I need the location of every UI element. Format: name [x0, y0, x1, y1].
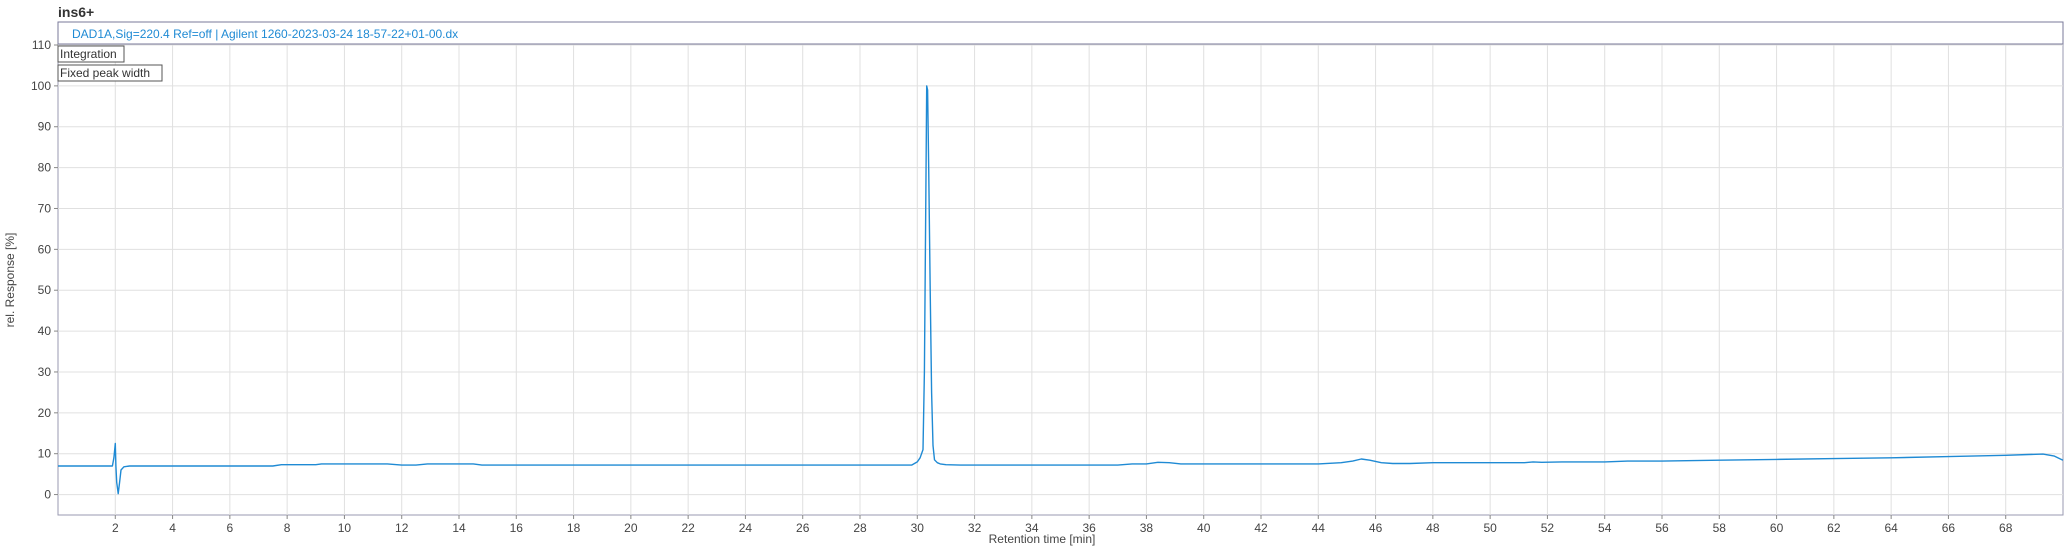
y-tick-label: 20	[38, 406, 52, 420]
y-tick-label: 0	[44, 488, 51, 502]
y-axis-label: rel. Response [%]	[3, 233, 17, 328]
x-tick-label: 46	[1369, 521, 1383, 535]
x-axis-label: Retention time [min]	[989, 532, 1096, 546]
x-tick-label: 14	[452, 521, 466, 535]
x-tick-label: 12	[395, 521, 409, 535]
x-tick-label: 20	[624, 521, 638, 535]
x-tick-label: 32	[968, 521, 982, 535]
x-tick-label: 18	[567, 521, 581, 535]
x-tick-label: 24	[739, 521, 753, 535]
fixed-peak-width-button-label: Fixed peak width	[60, 66, 150, 80]
legend-series-label: DAD1A,Sig=220.4 Ref=off | Agilent 1260-2…	[72, 27, 458, 41]
y-tick-label: 60	[38, 242, 52, 256]
x-tick-label: 8	[284, 521, 291, 535]
x-tick-label: 64	[1884, 521, 1898, 535]
integration-button-label: Integration	[60, 47, 117, 61]
chromatogram-chart: ins6+ DAD1A,Sig=220.4 Ref=off | Agilent …	[3, 4, 2064, 546]
y-tick-label: 50	[38, 283, 52, 297]
x-tick-label: 10	[338, 521, 352, 535]
x-tick-label: 48	[1426, 521, 1440, 535]
x-tick-label: 26	[796, 521, 810, 535]
x-tick-label: 30	[911, 521, 925, 535]
x-tick-label: 44	[1312, 521, 1326, 535]
y-tick-label: 10	[38, 447, 52, 461]
x-tick-label: 16	[510, 521, 524, 535]
y-tick-label: 30	[38, 365, 52, 379]
fixed-peak-width-button[interactable]: Fixed peak width	[57, 64, 163, 82]
x-tick-label: 40	[1197, 521, 1211, 535]
x-tick-label: 58	[1713, 521, 1727, 535]
y-tick-label: 110	[32, 38, 51, 52]
y-axis-ticks: 0 10 20 30 40 50 60 70 80 90 100 110	[31, 38, 58, 502]
x-tick-label: 52	[1541, 521, 1555, 535]
x-tick-label: 38	[1140, 521, 1154, 535]
x-tick-label: 68	[1999, 521, 2013, 535]
y-tick-label: 80	[38, 161, 52, 175]
x-tick-label: 22	[681, 521, 695, 535]
y-tick-label: 90	[38, 120, 52, 134]
x-tick-label: 62	[1827, 521, 1841, 535]
y-tick-label: 70	[38, 201, 52, 215]
x-tick-label: 50	[1483, 521, 1497, 535]
x-tick-label: 54	[1598, 521, 1612, 535]
y-tick-label: 100	[31, 79, 51, 93]
chart-title: ins6+	[58, 4, 94, 20]
x-tick-label: 6	[227, 521, 234, 535]
x-tick-label: 60	[1770, 521, 1784, 535]
x-tick-label: 42	[1254, 521, 1268, 535]
y-tick-label: 40	[38, 324, 52, 338]
integration-button[interactable]: Integration	[57, 45, 125, 63]
x-tick-label: 2	[112, 521, 119, 535]
x-tick-label: 66	[1942, 521, 1956, 535]
x-tick-label: 56	[1655, 521, 1669, 535]
x-tick-label: 28	[853, 521, 867, 535]
plot-area	[57, 44, 2064, 516]
x-tick-label: 4	[169, 521, 176, 535]
